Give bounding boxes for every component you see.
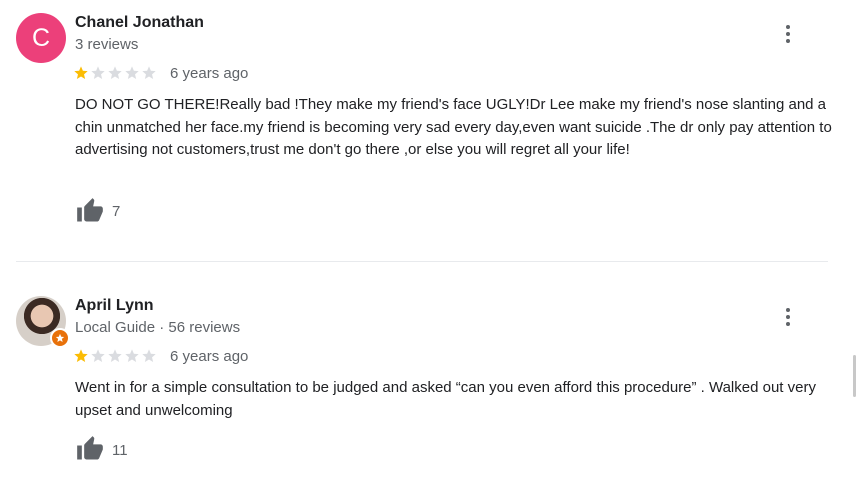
star-icon bbox=[125, 66, 139, 79]
avatar[interactable] bbox=[16, 296, 70, 348]
star-icon bbox=[125, 349, 139, 362]
like-count: 7 bbox=[112, 203, 121, 220]
reviewer-meta[interactable]: Local Guide · 56 reviews bbox=[75, 319, 240, 336]
more-options-button[interactable] bbox=[778, 22, 798, 46]
avatar-initial: C bbox=[31, 23, 51, 52]
more-vert-icon bbox=[786, 25, 790, 29]
star-icon bbox=[108, 66, 122, 79]
reviewer-meta[interactable]: 3 reviews bbox=[75, 36, 138, 53]
review-time: 6 years ago bbox=[170, 65, 249, 82]
avatar[interactable]: C bbox=[16, 13, 66, 63]
star-icon bbox=[142, 66, 156, 79]
star-icon bbox=[74, 349, 88, 362]
star-icon bbox=[142, 349, 156, 362]
star-icon bbox=[108, 349, 122, 362]
review-time: 6 years ago bbox=[170, 348, 249, 365]
more-vert-icon bbox=[786, 308, 790, 312]
local-guide-badge-icon bbox=[50, 328, 70, 348]
thumbs-up-icon[interactable] bbox=[75, 197, 105, 225]
star-icon bbox=[91, 66, 105, 79]
review-text: Went in for a simple consultation to be … bbox=[75, 379, 816, 419]
star-rating bbox=[73, 348, 157, 364]
reviewer-name[interactable]: April Lynn bbox=[75, 297, 154, 315]
thumbs-up-icon[interactable] bbox=[75, 435, 105, 463]
star-icon bbox=[74, 66, 88, 79]
review-divider bbox=[16, 261, 828, 262]
review-text: DO NOT GO THERE!Really bad !They make my… bbox=[75, 96, 832, 158]
star-rating bbox=[73, 65, 157, 81]
reviewer-name[interactable]: Chanel Jonathan bbox=[75, 14, 204, 32]
like-count: 11 bbox=[112, 442, 128, 459]
star-icon bbox=[91, 349, 105, 362]
more-options-button[interactable] bbox=[778, 305, 798, 329]
